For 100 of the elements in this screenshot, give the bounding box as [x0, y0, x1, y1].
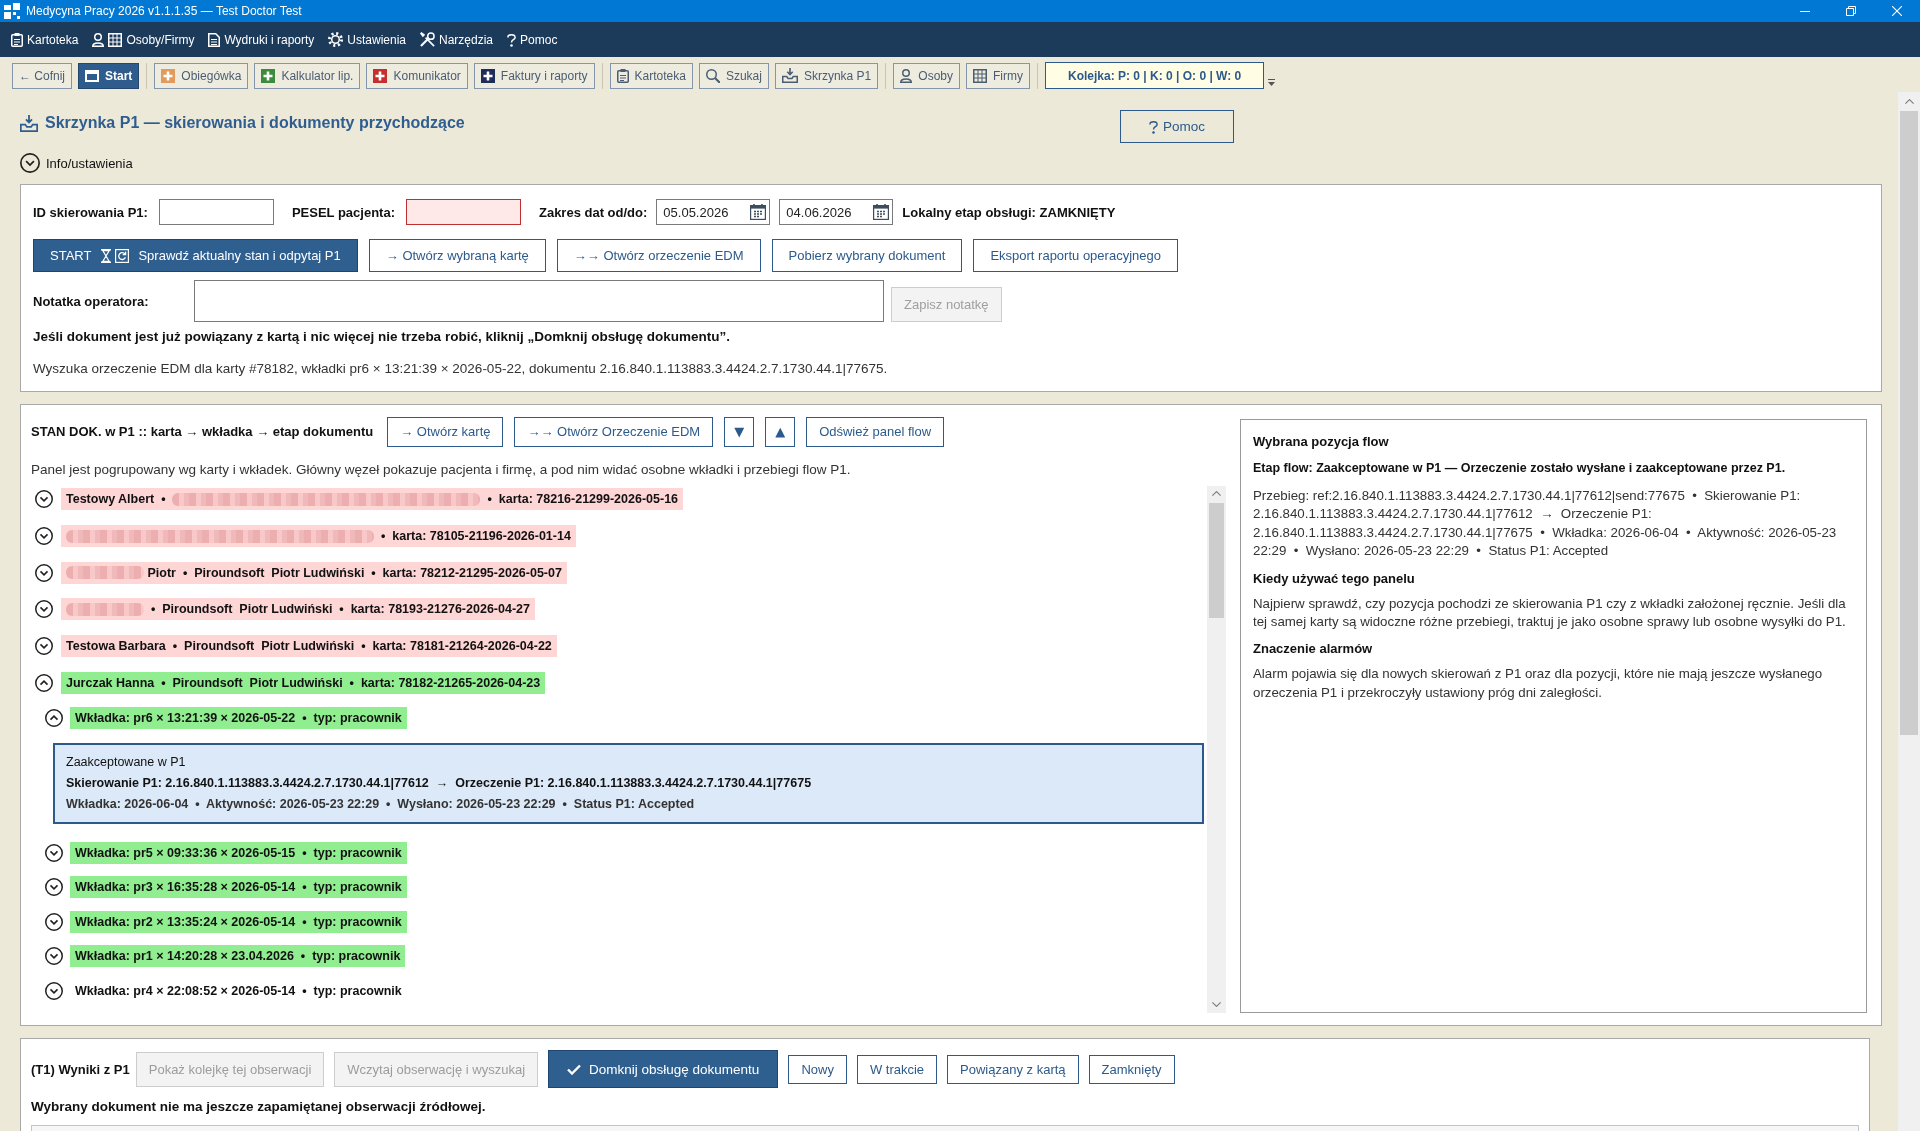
minimize-icon[interactable] [1800, 10, 1810, 12]
action-button[interactable]: →→ Otwórz Orzeczenie EDM [514, 416, 714, 447]
chevron-down-circle-icon[interactable] [35, 490, 53, 509]
note-field[interactable] [194, 280, 884, 322]
toolbar-button[interactable]: Obiegówka [154, 62, 249, 89]
field-label: PESEL pacjenta: [291, 204, 395, 220]
check-icon [567, 1063, 582, 1075]
chevron-down-circle-icon[interactable] [45, 981, 63, 1000]
primary-button[interactable]: Domknij obsługę dokumentu [548, 1050, 779, 1088]
help-icon [507, 32, 517, 47]
chevron-down-icon[interactable] [1212, 1002, 1221, 1007]
arrow-button[interactable]: ▼ [724, 416, 755, 447]
restore-icon[interactable] [1846, 6, 1856, 16]
clipboard-icon [11, 32, 23, 47]
scrollbar-thumb[interactable] [1209, 503, 1224, 618]
scrollbar-thumb[interactable] [1900, 111, 1918, 735]
section-heading: Znaczenie alarmów [1253, 640, 1373, 659]
inbox-icon [781, 68, 798, 83]
plus-tile-icon [261, 68, 276, 83]
chevron-down-circle-icon[interactable] [20, 153, 40, 173]
chevron-down-circle-icon[interactable] [45, 843, 63, 862]
status-button[interactable]: Nowy [788, 1054, 847, 1084]
action-button[interactable]: Eksport raportu operacyjnego [973, 239, 1178, 272]
details-stage: Etap flow: Zaakceptowane w P1 — Orzeczenie zostało wysłane i zaakceptowane przez P1. [1253, 460, 1786, 477]
tree-node[interactable]: Testowy Albert • • karta: 78216-21299-2026-05-16 [61, 488, 684, 511]
overflow-icon[interactable] [1268, 79, 1276, 86]
field-label: Zakres dat od/do: [538, 204, 648, 220]
chevron-down-circle-icon[interactable] [35, 600, 53, 619]
hint-text: Jeśli dokument jest już powiązany z kartą i nic więcej nie trzeba robić, kliknij „Domknij obsługę dokumentu”. [33, 329, 730, 345]
action-button[interactable]: →→ Otwórz orzeczenie EDM [556, 239, 761, 272]
action-button[interactable]: Pobierz wybrany dokument [771, 239, 963, 272]
toolbar-button[interactable]: Szukaj [698, 62, 769, 89]
scrollbar[interactable] [1898, 92, 1920, 1131]
tree-node[interactable]: Wkładka: pr2 × 13:35:24 × 2026-05-14 • typ: pracownik [70, 910, 407, 933]
chevron-down-circle-icon[interactable] [45, 947, 63, 966]
toolbar-button[interactable]: Osoby [893, 62, 960, 89]
status-button[interactable]: Powiązany z kartą [947, 1054, 1079, 1084]
tree-node[interactable]: Wkładka: pr4 × 22:08:52 × 2026-05-14 • typ: pracownik [70, 979, 407, 1002]
chevron-down-circle-icon[interactable] [35, 527, 53, 546]
tree-node[interactable]: Wkładka: pr3 × 16:35:28 × 2026-05-14 • typ: pracownik [70, 876, 407, 899]
panel-title: (T1) Wyniki z P1 [31, 1061, 130, 1077]
scrollbar[interactable] [1207, 486, 1226, 1013]
close-icon[interactable] [1892, 6, 1902, 16]
grid-icon [108, 32, 123, 47]
calendar-icon [750, 204, 767, 220]
menu-item[interactable]: Narzędzia [420, 32, 494, 47]
tree-node[interactable]: Wkładka: pr1 × 14:20:28 × 23.04.2026 • typ: pracownik [70, 945, 406, 968]
status-button[interactable]: W trakcie [856, 1054, 938, 1084]
status-button[interactable]: Zamknięty [1088, 1054, 1175, 1084]
input-field[interactable] [405, 199, 521, 225]
arrow-button[interactable]: ▲ [765, 416, 796, 447]
menu-item[interactable]: Kartoteka [11, 32, 79, 47]
tree-node[interactable]: Wkładka: pr6 × 13:21:39 × 2026-05-22 • typ: pracownik [70, 707, 407, 730]
help-button[interactable]: Pomoc [1120, 110, 1234, 143]
toolbar-button[interactable]: Skrzynka P1 [774, 62, 879, 89]
toolbar-button[interactable]: Komunikator [366, 62, 468, 89]
date-field[interactable]: 05.05.2026 [656, 199, 771, 225]
input-field[interactable] [158, 199, 274, 225]
tree-node[interactable]: • Piroundsoft Piotr Ludwiński • karta: 78193-21276-2026-04-27 [61, 598, 535, 621]
status-text: Wyszuka orzeczenie EDM dla karty #78182, wkładki pr6 × 13:21:39 × 2026-05-22, dokumentu 2.16.840.1.113883.3.4424.2.7.1730.44.1|77675. [33, 361, 888, 377]
flow-entry[interactable]: Zaakceptowane w P1 Skierowanie P1: 2.16.840.1.113883.3.4424.2.7.1730.44.1|77612 → Orzeczenie P1: 2.16.840.1.113883.3.4424.2.7.1730.44.1|77675 Wkładka: 2026-06-04 • Aktywność: 2026-05-23 22:29 • Wysłano: 2026-05-23 22:29 • Status P1: Accepted [53, 742, 1204, 824]
chevron-up-icon[interactable] [1904, 99, 1914, 104]
chevron-down-circle-icon[interactable] [35, 637, 53, 656]
tree-node[interactable]: Piotr • Piroundsoft Piotr Ludwiński • karta: 78212-21295-2026-05-07 [61, 561, 567, 584]
primary-button[interactable]: START Sprawdź aktualny stan i odpytaj P1 [33, 239, 358, 272]
field-label: ID skierowania P1: [33, 204, 148, 220]
action-button[interactable]: → Otwórz wybraną kartę [368, 239, 546, 272]
chevron-up-circle-icon[interactable] [45, 709, 63, 728]
toolbar-button[interactable]: ← Cofnij [12, 62, 72, 89]
date-field[interactable]: 04.06.2026 [779, 199, 894, 225]
menu-item[interactable]: Pomoc [507, 32, 558, 47]
menu-item[interactable]: Wydruki i raporty [208, 32, 315, 47]
chevron-down-circle-icon[interactable] [35, 563, 53, 582]
window-icon [85, 69, 99, 82]
details-text: Przebieg: ref:2.16.840.1.113883.3.4424.2.7.1730.44.1|77612|send:77675 • Skierowanie P1: 2.16.840.1.113883.3.4424.2.7.1730.44.1|77612 → Orzeczenie P1: 2.16.840.1.113883.3.4424.2.7.1730.44.1|77675 • Wkładka: 2026-06-04 • Aktywność: 2026-05-23 22:29 • Wysłano: 2026-05-23 22:29 • Status P1: Accepted [1253, 487, 1838, 561]
section-text: Najpierw sprawdź, czy pozycja pochodzi ze skierowania P1 czy z wkładki założonej ręcznie. Jeśli dla tej samej karty są widoczne różne przebiegi, traktuj je jako osobne sprawy lub osobne wysyłki do P1. [1253, 594, 1847, 632]
action-button[interactable]: → Otwórz kartę [387, 416, 504, 447]
tree-node[interactable]: Testowa Barbara • Piroundsoft Piotr Ludwiński • karta: 78181-21264-2026-04-22 [61, 635, 557, 658]
field-label: Notatka operatora: [33, 293, 150, 309]
tree-node[interactable]: Wkładka: pr5 × 09:33:36 × 2026-05-15 • typ: pracownik [70, 841, 407, 864]
plus-tile-icon [373, 68, 388, 83]
toolbar-button[interactable]: Start [78, 62, 140, 89]
toolbar-button[interactable]: Kalkulator lip. [254, 62, 361, 89]
tree-node[interactable]: Jurczak Hanna • Piroundsoft Piotr Ludwiński • karta: 78182-21265-2026-04-23 [61, 671, 546, 694]
action-button[interactable]: Odśwież panel flow [806, 416, 945, 447]
menu-item[interactable]: Ustawienia [328, 32, 406, 47]
toolbar-button[interactable]: Faktury i raporty [473, 62, 595, 89]
chevron-down-circle-icon[interactable] [45, 912, 63, 931]
chevron-up-icon[interactable] [1212, 491, 1221, 496]
panel-title: STAN DOK. w P1 :: karta → wkładka → etap dokumentu [31, 424, 374, 439]
inbox-icon [20, 114, 38, 132]
plus-tile-icon [161, 68, 176, 83]
section-toggle[interactable]: Info/ustawienia [20, 153, 133, 173]
tree-node[interactable]: • karta: 78105-21196-2026-01-14 [61, 525, 576, 548]
clipboard-icon [616, 68, 629, 83]
chevron-down-circle-icon[interactable] [45, 878, 63, 897]
toolbar-button[interactable]: Kartoteka [609, 62, 693, 89]
chevron-up-circle-icon[interactable] [35, 673, 53, 692]
toolbar-button[interactable]: Firmy [966, 62, 1030, 89]
menu-item[interactable]: Osoby/Firmy [92, 32, 195, 47]
